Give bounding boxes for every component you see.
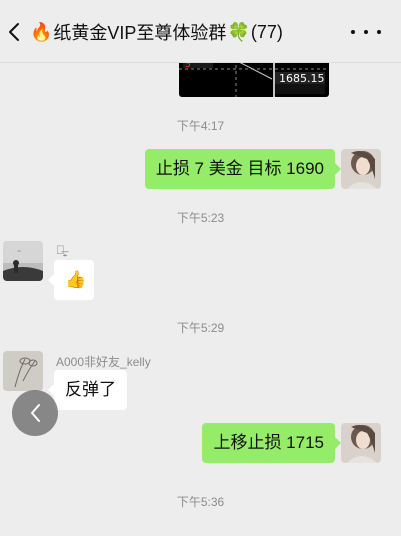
sender-avatar[interactable]: ~	[3, 241, 43, 281]
more-button[interactable]	[351, 22, 381, 42]
sender-name: A000非好友_kelly	[56, 355, 151, 369]
avatar-flower-sketch-icon	[3, 351, 43, 391]
chevron-left-icon	[31, 404, 40, 422]
chevron-left-icon	[9, 23, 19, 41]
back-button[interactable]	[2, 18, 26, 46]
svg-text:~: ~	[17, 249, 21, 255]
message-list[interactable]: 5 1685.15 下午4:17 止损 7 美金 目标 1690 下午5:23 …	[0, 63, 401, 536]
chart-image-message[interactable]: 5 1685.15	[179, 63, 329, 97]
more-dot-icon	[364, 30, 368, 34]
chart-thumbnail: 5 1685.15	[179, 63, 329, 97]
avatar-woman-icon	[341, 423, 381, 463]
sender-name: 俗̶̜̠̞	[56, 243, 65, 257]
timestamp: 下午4:17	[176, 119, 225, 133]
my-avatar[interactable]	[341, 423, 381, 463]
my-avatar[interactable]	[341, 149, 381, 189]
message-bubble-out[interactable]: 上移止损 1715	[202, 423, 341, 463]
sender-avatar[interactable]	[3, 351, 43, 391]
more-dot-icon	[351, 30, 355, 34]
message-bubble-in[interactable]: 反弹了	[48, 370, 127, 410]
group-name: 纸黄金VIP至尊体验群	[53, 23, 227, 43]
floating-back-button[interactable]	[12, 390, 58, 436]
chat-header: 🔥 纸黄金VIP至尊体验群 🍀 (77)	[0, 0, 401, 63]
chat-title: 🔥 纸黄金VIP至尊体验群 🍀 (77)	[30, 20, 283, 44]
thumbs-up-icon: 👍	[65, 270, 87, 289]
avatar-woman-icon	[341, 149, 381, 189]
avatar-silhouette-icon: ~	[3, 241, 43, 281]
message-bubble-out[interactable]: 止损 7 美金 目标 1690	[144, 149, 342, 189]
message-bubble-in[interactable]: 👍	[48, 260, 94, 300]
timestamp: 下午5:36	[176, 495, 225, 509]
clover-icon: 🍀	[227, 21, 250, 42]
chart-price-label: 1685.15	[279, 72, 325, 85]
timestamp: 下午5:23	[176, 211, 225, 225]
chart-red-label: 5	[185, 63, 191, 70]
fire-icon: 🔥	[30, 21, 53, 42]
member-count: (77)	[250, 21, 283, 42]
more-dot-icon	[377, 30, 381, 34]
timestamp: 下午5:29	[176, 321, 225, 335]
